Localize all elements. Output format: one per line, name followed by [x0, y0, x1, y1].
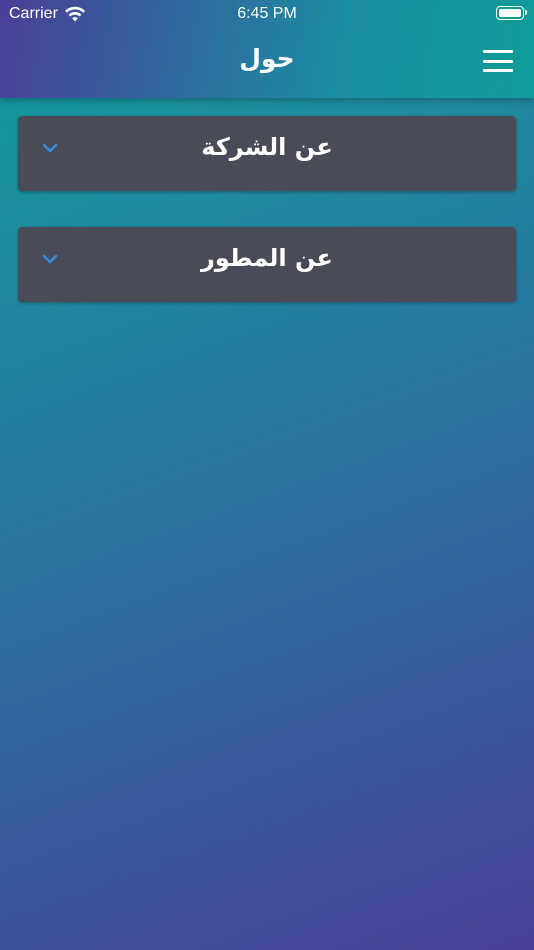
status-time: 6:45 PM: [237, 5, 297, 22]
section-title: عن المطور: [201, 244, 333, 272]
app-header: Carrier 6:45 PM حول: [0, 0, 534, 98]
page-title: حول: [239, 44, 295, 73]
battery-icon: [496, 6, 527, 20]
section-about-company[interactable]: عن الشركة: [18, 116, 516, 191]
section-title: عن الشركة: [201, 133, 333, 161]
status-bar: Carrier 6:45 PM: [0, 0, 534, 28]
section-about-developer[interactable]: عن المطور: [18, 227, 516, 302]
hamburger-menu-icon[interactable]: [483, 50, 513, 74]
